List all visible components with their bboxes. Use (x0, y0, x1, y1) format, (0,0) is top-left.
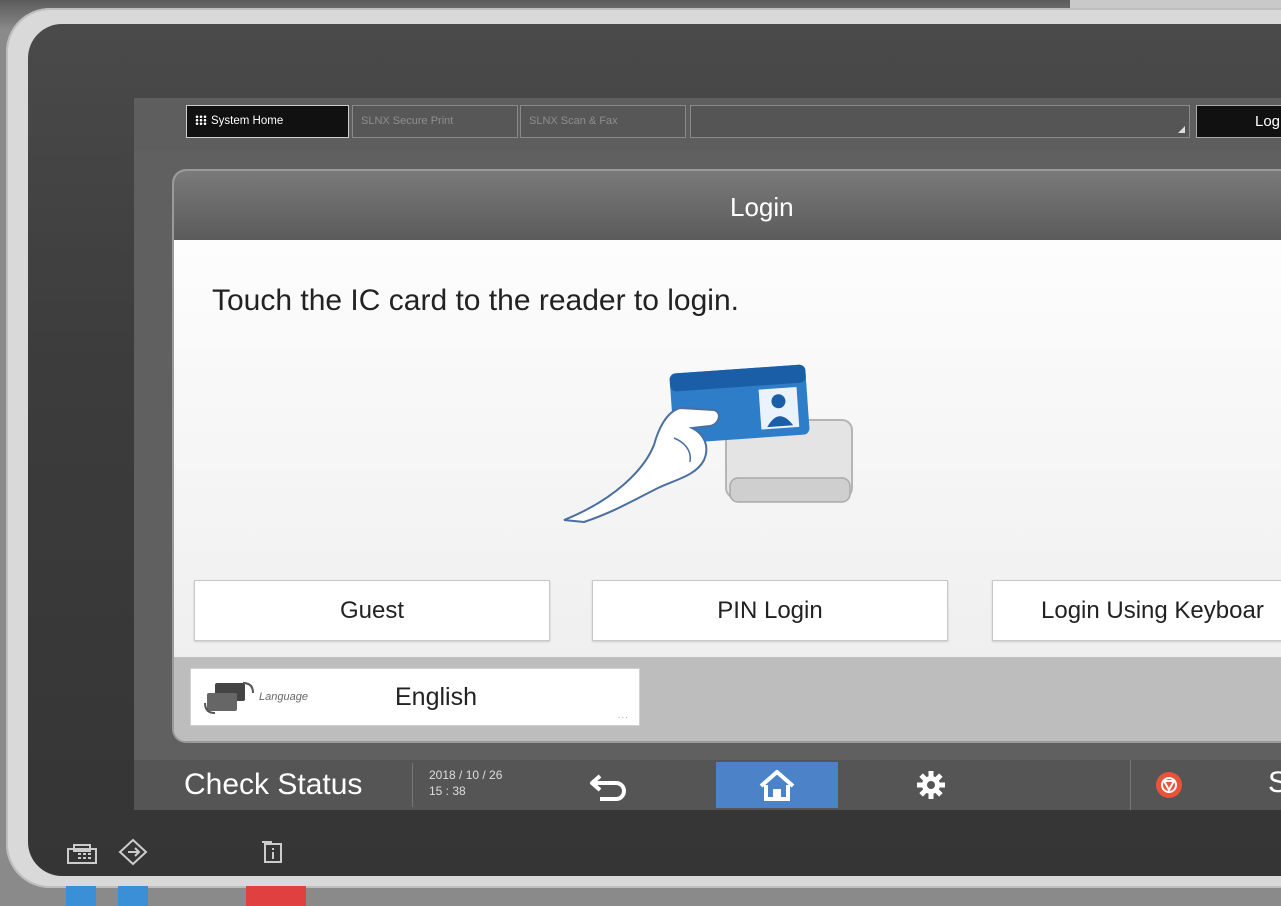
language-more-indicator: ... (617, 710, 629, 721)
status-text-cut[interactable]: S (1268, 766, 1281, 800)
dialog-footer: Language English ... (174, 657, 1281, 741)
time-text: 15 : 38 (429, 784, 466, 798)
dialog-header: Login (174, 171, 1281, 240)
home-button[interactable] (716, 762, 838, 808)
login-prompt: Touch the IC card to the reader to login… (212, 284, 739, 317)
printer-icon (67, 844, 97, 864)
energy-saver-icon (118, 838, 148, 866)
pin-login-button[interactable]: PIN Login (592, 580, 948, 641)
language-label: Language (259, 691, 308, 703)
status-divider (1130, 760, 1131, 810)
login-button[interactable]: Log (1196, 105, 1281, 138)
led-blue-2 (118, 886, 148, 906)
ic-card-reader-icon (563, 364, 853, 524)
stop-icon[interactable] (1154, 770, 1184, 800)
login-dialog: Login Touch the IC card to the reader to… (174, 171, 1281, 741)
language-selector[interactable]: Language English ... (190, 668, 640, 726)
gear-icon[interactable] (916, 770, 946, 800)
date-text: 2018 / 10 / 26 (429, 768, 503, 782)
dialog-title: Login (730, 192, 794, 222)
dialog-body: Touch the IC card to the reader to login… (174, 240, 1281, 657)
tab-system-home[interactable]: System Home (186, 105, 349, 138)
tab-label: SLNX Secure Print (361, 115, 454, 127)
app-tab-slot-empty[interactable] (690, 105, 1190, 138)
date-time: 2018 / 10 / 26 15 : 38 (412, 763, 532, 807)
language-icon (204, 682, 254, 714)
led-blue-1 (66, 886, 96, 906)
back-arrow-icon[interactable] (586, 770, 636, 802)
grid-icon (195, 115, 207, 125)
language-value: English (395, 683, 477, 711)
guest-button[interactable]: Guest (194, 580, 550, 641)
login-using-keyboard-button[interactable]: Login Using Keyboar (992, 580, 1281, 641)
tab-slnx-scan-fax[interactable]: SLNX Scan & Fax (520, 105, 686, 138)
home-icon (759, 770, 795, 801)
tab-label: System Home (211, 115, 284, 127)
check-status-button[interactable]: Check Status (184, 768, 362, 802)
touch-screen: System Home SLNX Secure Print SLNX Scan … (134, 98, 1281, 810)
info-icon (262, 841, 282, 863)
led-red (246, 886, 306, 906)
app-bar: System Home SLNX Secure Print SLNX Scan … (134, 98, 1281, 150)
tab-slnx-secure-print[interactable]: SLNX Secure Print (352, 105, 518, 138)
tab-label: SLNX Scan & Fax (529, 115, 618, 127)
status-bar: Check Status 2018 / 10 / 26 15 : 38 S (134, 760, 1281, 810)
